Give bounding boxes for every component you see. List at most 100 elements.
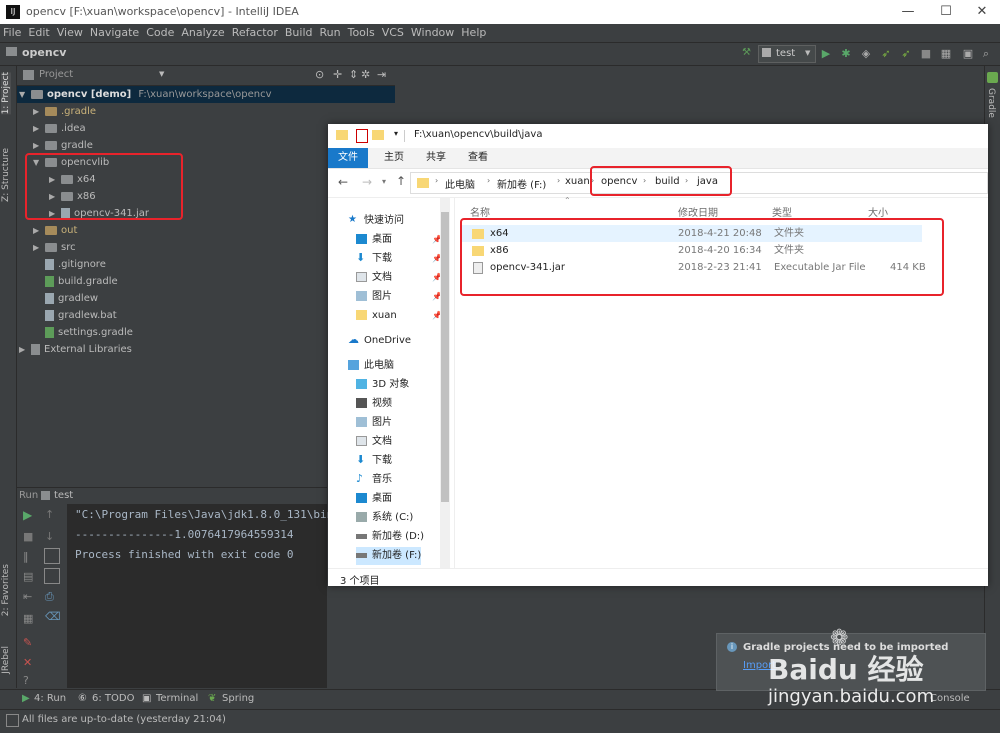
tab-todo[interactable]: 6: TODO [92,693,134,704]
project-view-select[interactable]: Project [39,69,73,80]
quick-access-dropdown-icon[interactable]: ▾ [394,129,398,138]
collapse-all-icon[interactable]: ⇕ [349,68,358,81]
tab-share[interactable]: 共享 [416,148,456,168]
sdk-icon[interactable]: ▦ [938,46,954,62]
debug-icon[interactable]: ✱ [838,46,854,62]
run-tab[interactable]: test [54,490,73,501]
breadcrumb-this-pc[interactable]: 此电脑 [445,176,475,191]
breadcrumb-drive-f[interactable]: 新加卷 (F:) [497,176,546,191]
tree-item[interactable]: ▶ src [33,239,76,256]
breadcrumb-xuan[interactable]: xuan [565,176,590,187]
tab-gradle[interactable]: Gradle [986,88,996,118]
collapsed-arrow-icon[interactable]: ▶ [33,222,45,239]
print-icon[interactable]: ⎙ [45,590,54,604]
rerun-icon[interactable]: ▶ [23,508,32,522]
nav-scrollbar[interactable] [440,198,450,568]
collapsed-arrow-icon[interactable]: ▶ [33,137,45,154]
tree-item[interactable]: ▶ gradle [33,137,93,154]
nav-music[interactable]: ♪ 音乐 [356,471,392,489]
menu-help[interactable]: Help [458,24,490,42]
tab-file[interactable]: 文件 [328,148,368,168]
gear-icon[interactable]: ✲ [361,68,370,81]
maximize-button[interactable]: ☐ [928,2,964,22]
tab-run[interactable]: 4: Run [34,693,66,704]
project-structure-icon[interactable]: ▣ [960,46,976,62]
breadcrumb-project[interactable]: opencv [22,46,66,59]
exit-icon[interactable]: ⇤ [23,590,32,603]
close-icon[interactable]: ✕ [23,656,32,669]
menu-run[interactable]: Run [317,24,345,42]
tree-item[interactable]: build.gradle [45,273,118,290]
collapsed-arrow-icon[interactable]: ▶ [19,341,31,358]
tab-terminal[interactable]: Terminal [156,693,198,704]
tree-item[interactable]: ▶ External Libraries [19,341,132,358]
coverage-icon[interactable]: ◈ [858,46,874,62]
nav-documents[interactable]: 文档 📌 [356,269,442,287]
tree-root[interactable]: ▼ opencv [demo] F:\xuan\workspace\opencv [17,86,395,103]
nav-documents-pc[interactable]: 文档 [356,433,392,451]
stop-icon[interactable]: ■ [23,530,33,543]
menu-tools[interactable]: Tools [345,24,379,42]
tab-home[interactable]: 主页 [374,148,414,168]
soft-wrap-icon[interactable] [44,548,60,564]
tree-item[interactable]: ▶ .idea [33,120,86,137]
tree-item[interactable]: ▶ out [33,222,77,239]
menu-vcs[interactable]: VCS [379,24,408,42]
menu-refactor[interactable]: Refactor [229,24,282,42]
tab-view[interactable]: 查看 [458,148,498,168]
nav-desktop[interactable]: 桌面 📌 [356,231,442,249]
tab-structure[interactable]: Z: Structure [1,148,11,202]
collapsed-arrow-icon[interactable]: ▶ [33,120,45,137]
status-icon[interactable] [6,714,19,727]
tree-item[interactable]: gradlew.bat [45,307,117,324]
pin-icon[interactable]: ✎ [23,636,32,649]
tree-item[interactable]: settings.gradle [45,324,133,341]
scroll-end-icon[interactable] [44,568,60,584]
nav-pictures-pc[interactable]: 图片 [356,414,392,432]
console-output[interactable]: "C:\Program Files\Java\jdk1.8.0_131\bin\… [67,504,340,688]
menu-build[interactable]: Build [282,24,317,42]
nav-pictures[interactable]: 图片 📌 [356,288,442,306]
nav-onedrive[interactable]: ☁ OneDrive [348,332,411,350]
tree-item[interactable]: gradlew [45,290,98,307]
up-icon[interactable]: ↑ [396,174,406,188]
nav-drive-c[interactable]: 系统 (C:) [356,509,413,527]
scroll-from-source-icon[interactable]: ✛ [333,68,342,81]
column-name[interactable]: 名称 [470,204,490,219]
stop-icon[interactable]: ■ [918,46,934,62]
tree-item[interactable]: ▶ .gradle [33,103,96,120]
menu-edit[interactable]: Edit [25,24,53,42]
nav-xuan[interactable]: xuan 📌 [356,307,442,325]
collapsed-arrow-icon[interactable]: ▶ [33,103,45,120]
minimize-button[interactable]: — [890,2,926,22]
nav-videos[interactable]: 视频 [356,395,392,413]
menu-navigate[interactable]: Navigate [87,24,143,42]
chevron-down-icon[interactable]: ▼ [159,70,164,78]
sync-icon[interactable]: ⊙ [315,68,324,81]
properties-icon[interactable] [356,129,368,143]
menu-view[interactable]: View [54,24,87,42]
tab-favorites[interactable]: 2: Favorites [1,564,11,616]
run-config-select[interactable]: test ▼ [758,45,816,63]
new-folder-icon[interactable] [372,130,384,140]
back-icon[interactable]: ← [338,175,348,189]
expanded-arrow-icon[interactable]: ▼ [19,86,31,103]
nav-drive-f[interactable]: 新加卷 (F:) [356,547,422,565]
nav-quick-access[interactable]: ★ 快速访问 [348,212,404,230]
nav-downloads-pc[interactable]: ⬇ 下载 [356,452,392,470]
tab-project[interactable]: 1: Project [1,72,11,115]
rebel-debug-icon[interactable]: ➶ [898,46,914,62]
scrollbar-thumb[interactable] [441,212,449,502]
nav-3d-objects[interactable]: 3D 对象 [356,376,409,394]
column-size[interactable]: 大小 [868,204,888,219]
pause-icon[interactable]: ‖ [23,550,29,563]
close-button[interactable]: ✕ [964,2,1000,22]
build-icon[interactable]: ⚒ [742,47,751,58]
menu-analyze[interactable]: Analyze [178,24,228,42]
up-icon[interactable]: ↑ [45,508,54,521]
tab-spring[interactable]: Spring [222,693,254,704]
nav-desktop-pc[interactable]: 桌面 [356,490,392,508]
column-type[interactable]: 类型 [772,204,792,219]
column-date[interactable]: 修改日期 [678,204,718,219]
layout-icon[interactable]: ▦ [23,612,33,625]
